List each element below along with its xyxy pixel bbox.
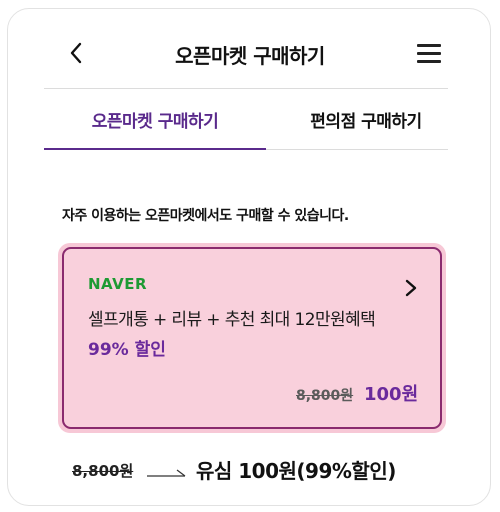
tab-convenience-store[interactable]: 편의점 구매하기	[268, 88, 464, 150]
hamburger-menu-icon	[417, 44, 441, 47]
menu-button[interactable]	[414, 42, 444, 66]
offer-sale-price: 100원	[364, 384, 419, 405]
back-button[interactable]	[62, 38, 90, 68]
arrow-right-icon	[147, 469, 186, 477]
offer-card-body: NAVER 셀프개통 + 리뷰 + 추천 최대 12만원혜택 99% 할인 8,…	[62, 247, 442, 429]
page-title: 오픈마켓 구매하기	[175, 44, 325, 68]
offer-discount-text: 99% 할인	[88, 340, 166, 360]
bottom-sale-summary: 유심 100원(99%할인)	[196, 459, 396, 483]
description-text: 자주 이용하는 오픈마켓에서도 구매할 수 있습니다.	[62, 208, 349, 224]
offer-benefit-text: 셀프개통 + 리뷰 + 추천 최대 12만원혜택	[88, 310, 376, 330]
tab-open-market[interactable]: 오픈마켓 구매하기	[44, 88, 266, 150]
chevron-left-icon	[70, 42, 82, 64]
chevron-right-icon	[405, 279, 417, 297]
naver-offer-card[interactable]: NAVER 셀프개통 + 리뷰 + 추천 최대 12만원혜택 99% 할인 8,…	[58, 243, 446, 433]
header: 오픈마켓 구매하기	[0, 0, 500, 80]
active-tab-indicator	[44, 148, 266, 150]
tabs-bottom-divider	[266, 149, 448, 150]
naver-logo: NAVER	[88, 275, 148, 293]
bottom-original-price: 8,800원	[72, 462, 134, 480]
offer-original-price: 8,800원	[296, 388, 354, 404]
